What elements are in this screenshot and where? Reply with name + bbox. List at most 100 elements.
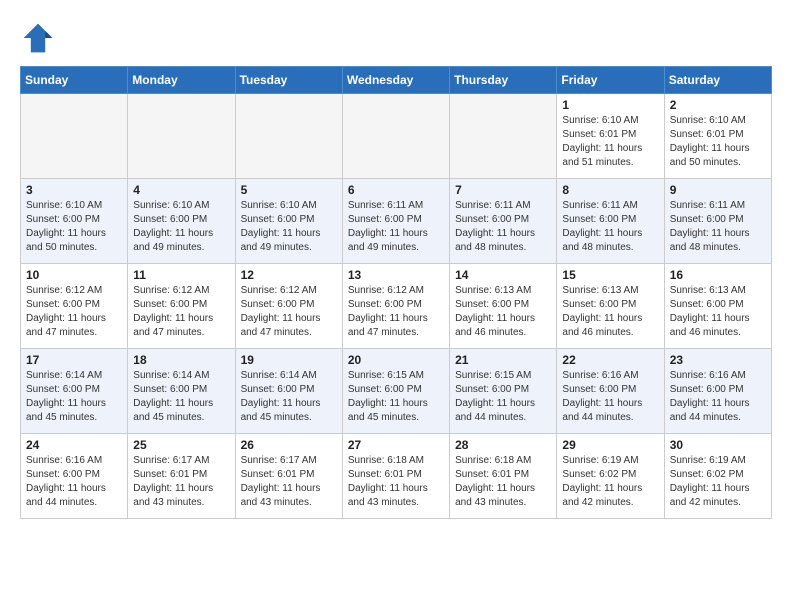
day-number: 13: [348, 268, 444, 282]
page: SundayMondayTuesdayWednesdayThursdayFrid…: [0, 0, 792, 529]
day-number: 19: [241, 353, 337, 367]
day-number: 25: [133, 438, 229, 452]
day-cell: 3 Sunrise: 6:10 AMSunset: 6:00 PMDayligh…: [21, 179, 128, 264]
weekday-header-friday: Friday: [557, 67, 664, 94]
day-number: 7: [455, 183, 551, 197]
day-info: Sunrise: 6:10 AMSunset: 6:00 PMDaylight:…: [26, 199, 122, 255]
day-cell: 30 Sunrise: 6:19 AMSunset: 6:02 PMDaylig…: [664, 434, 771, 519]
day-info: Sunrise: 6:18 AMSunset: 6:01 PMDaylight:…: [348, 454, 444, 510]
day-info: Sunrise: 6:13 AMSunset: 6:00 PMDaylight:…: [455, 284, 551, 340]
day-info: Sunrise: 6:13 AMSunset: 6:00 PMDaylight:…: [562, 284, 658, 340]
day-info: Sunrise: 6:15 AMSunset: 6:00 PMDaylight:…: [455, 369, 551, 425]
day-info: Sunrise: 6:16 AMSunset: 6:00 PMDaylight:…: [670, 369, 766, 425]
day-cell: 6 Sunrise: 6:11 AMSunset: 6:00 PMDayligh…: [342, 179, 449, 264]
day-info: Sunrise: 6:12 AMSunset: 6:00 PMDaylight:…: [241, 284, 337, 340]
day-info: Sunrise: 6:10 AMSunset: 6:01 PMDaylight:…: [562, 114, 658, 170]
weekday-header-row: SundayMondayTuesdayWednesdayThursdayFrid…: [21, 67, 772, 94]
day-cell: [450, 94, 557, 179]
day-info: Sunrise: 6:10 AMSunset: 6:00 PMDaylight:…: [241, 199, 337, 255]
week-row-3: 10 Sunrise: 6:12 AMSunset: 6:00 PMDaylig…: [21, 264, 772, 349]
day-cell: 24 Sunrise: 6:16 AMSunset: 6:00 PMDaylig…: [21, 434, 128, 519]
day-number: 12: [241, 268, 337, 282]
day-cell: [235, 94, 342, 179]
day-number: 28: [455, 438, 551, 452]
day-number: 15: [562, 268, 658, 282]
day-cell: 12 Sunrise: 6:12 AMSunset: 6:00 PMDaylig…: [235, 264, 342, 349]
day-cell: 16 Sunrise: 6:13 AMSunset: 6:00 PMDaylig…: [664, 264, 771, 349]
header: [20, 20, 772, 56]
calendar: SundayMondayTuesdayWednesdayThursdayFrid…: [20, 66, 772, 519]
day-number: 3: [26, 183, 122, 197]
day-info: Sunrise: 6:11 AMSunset: 6:00 PMDaylight:…: [562, 199, 658, 255]
day-number: 26: [241, 438, 337, 452]
day-number: 30: [670, 438, 766, 452]
day-number: 29: [562, 438, 658, 452]
day-info: Sunrise: 6:12 AMSunset: 6:00 PMDaylight:…: [133, 284, 229, 340]
day-number: 10: [26, 268, 122, 282]
day-info: Sunrise: 6:14 AMSunset: 6:00 PMDaylight:…: [241, 369, 337, 425]
logo-icon: [20, 20, 56, 56]
day-info: Sunrise: 6:17 AMSunset: 6:01 PMDaylight:…: [133, 454, 229, 510]
day-cell: 5 Sunrise: 6:10 AMSunset: 6:00 PMDayligh…: [235, 179, 342, 264]
day-number: 6: [348, 183, 444, 197]
day-info: Sunrise: 6:12 AMSunset: 6:00 PMDaylight:…: [348, 284, 444, 340]
day-cell: 2 Sunrise: 6:10 AMSunset: 6:01 PMDayligh…: [664, 94, 771, 179]
day-cell: 14 Sunrise: 6:13 AMSunset: 6:00 PMDaylig…: [450, 264, 557, 349]
weekday-header-monday: Monday: [128, 67, 235, 94]
day-cell: 10 Sunrise: 6:12 AMSunset: 6:00 PMDaylig…: [21, 264, 128, 349]
day-number: 8: [562, 183, 658, 197]
day-cell: 22 Sunrise: 6:16 AMSunset: 6:00 PMDaylig…: [557, 349, 664, 434]
day-number: 16: [670, 268, 766, 282]
day-info: Sunrise: 6:14 AMSunset: 6:00 PMDaylight:…: [26, 369, 122, 425]
day-cell: [21, 94, 128, 179]
day-info: Sunrise: 6:19 AMSunset: 6:02 PMDaylight:…: [562, 454, 658, 510]
day-cell: 23 Sunrise: 6:16 AMSunset: 6:00 PMDaylig…: [664, 349, 771, 434]
day-cell: 9 Sunrise: 6:11 AMSunset: 6:00 PMDayligh…: [664, 179, 771, 264]
day-number: 5: [241, 183, 337, 197]
day-cell: 20 Sunrise: 6:15 AMSunset: 6:00 PMDaylig…: [342, 349, 449, 434]
logo: [20, 20, 58, 56]
day-number: 1: [562, 98, 658, 112]
day-cell: 1 Sunrise: 6:10 AMSunset: 6:01 PMDayligh…: [557, 94, 664, 179]
day-cell: [128, 94, 235, 179]
day-cell: 15 Sunrise: 6:13 AMSunset: 6:00 PMDaylig…: [557, 264, 664, 349]
weekday-header-wednesday: Wednesday: [342, 67, 449, 94]
day-info: Sunrise: 6:19 AMSunset: 6:02 PMDaylight:…: [670, 454, 766, 510]
day-info: Sunrise: 6:11 AMSunset: 6:00 PMDaylight:…: [670, 199, 766, 255]
day-number: 20: [348, 353, 444, 367]
day-cell: 26 Sunrise: 6:17 AMSunset: 6:01 PMDaylig…: [235, 434, 342, 519]
day-info: Sunrise: 6:15 AMSunset: 6:00 PMDaylight:…: [348, 369, 444, 425]
day-info: Sunrise: 6:11 AMSunset: 6:00 PMDaylight:…: [348, 199, 444, 255]
day-number: 2: [670, 98, 766, 112]
day-number: 9: [670, 183, 766, 197]
day-number: 14: [455, 268, 551, 282]
day-number: 4: [133, 183, 229, 197]
day-info: Sunrise: 6:11 AMSunset: 6:00 PMDaylight:…: [455, 199, 551, 255]
day-cell: 27 Sunrise: 6:18 AMSunset: 6:01 PMDaylig…: [342, 434, 449, 519]
week-row-4: 17 Sunrise: 6:14 AMSunset: 6:00 PMDaylig…: [21, 349, 772, 434]
day-cell: [342, 94, 449, 179]
day-cell: 4 Sunrise: 6:10 AMSunset: 6:00 PMDayligh…: [128, 179, 235, 264]
day-cell: 17 Sunrise: 6:14 AMSunset: 6:00 PMDaylig…: [21, 349, 128, 434]
day-number: 24: [26, 438, 122, 452]
day-info: Sunrise: 6:13 AMSunset: 6:00 PMDaylight:…: [670, 284, 766, 340]
day-cell: 25 Sunrise: 6:17 AMSunset: 6:01 PMDaylig…: [128, 434, 235, 519]
day-info: Sunrise: 6:17 AMSunset: 6:01 PMDaylight:…: [241, 454, 337, 510]
day-cell: 7 Sunrise: 6:11 AMSunset: 6:00 PMDayligh…: [450, 179, 557, 264]
day-number: 21: [455, 353, 551, 367]
day-number: 22: [562, 353, 658, 367]
day-cell: 18 Sunrise: 6:14 AMSunset: 6:00 PMDaylig…: [128, 349, 235, 434]
day-info: Sunrise: 6:16 AMSunset: 6:00 PMDaylight:…: [26, 454, 122, 510]
day-cell: 29 Sunrise: 6:19 AMSunset: 6:02 PMDaylig…: [557, 434, 664, 519]
day-cell: 8 Sunrise: 6:11 AMSunset: 6:00 PMDayligh…: [557, 179, 664, 264]
weekday-header-sunday: Sunday: [21, 67, 128, 94]
week-row-2: 3 Sunrise: 6:10 AMSunset: 6:00 PMDayligh…: [21, 179, 772, 264]
weekday-header-saturday: Saturday: [664, 67, 771, 94]
week-row-1: 1 Sunrise: 6:10 AMSunset: 6:01 PMDayligh…: [21, 94, 772, 179]
day-cell: 11 Sunrise: 6:12 AMSunset: 6:00 PMDaylig…: [128, 264, 235, 349]
day-number: 27: [348, 438, 444, 452]
day-cell: 28 Sunrise: 6:18 AMSunset: 6:01 PMDaylig…: [450, 434, 557, 519]
day-info: Sunrise: 6:10 AMSunset: 6:01 PMDaylight:…: [670, 114, 766, 170]
day-number: 11: [133, 268, 229, 282]
day-number: 18: [133, 353, 229, 367]
